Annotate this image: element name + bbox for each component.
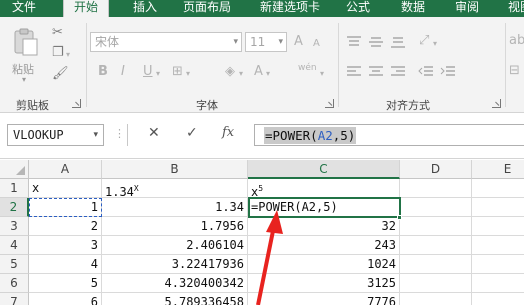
annotation-arrow xyxy=(256,210,283,305)
